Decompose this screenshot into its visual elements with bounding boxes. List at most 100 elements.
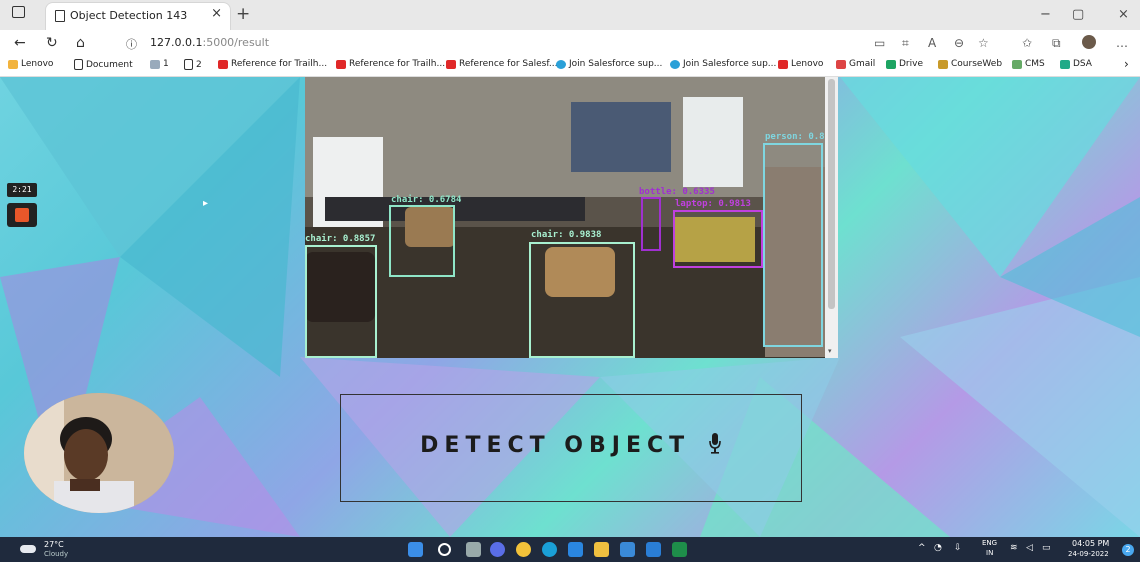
bookmark-item[interactable]: CMS — [1012, 59, 1045, 69]
tab-object-detection[interactable]: Object Detection 143 × — [46, 3, 230, 30]
language-top[interactable]: ENG — [982, 539, 997, 547]
chrome-icon[interactable] — [516, 542, 531, 557]
weather-temp[interactable]: 27°C — [44, 540, 64, 549]
search-icon[interactable] — [438, 543, 451, 556]
bookmarks-bar: Lenovo Document 1 2 Reference for Trailh… — [0, 56, 1140, 77]
presenter-video — [24, 393, 174, 513]
url-path: :5000/result — [202, 36, 270, 49]
home-icon[interactable]: ⌂ — [76, 35, 85, 51]
stop-icon — [15, 208, 29, 222]
weather-desc: Cloudy — [44, 550, 69, 558]
tab-bar: Object Detection 143 × + − ▢ × — [0, 0, 1140, 30]
detection-label-chair: chair: 0.6784 — [391, 195, 462, 205]
menu-icon[interactable]: … — [1116, 36, 1128, 50]
detection-result-image: person: 0.8 chair: 0.6784 chair: 0.8857 … — [305, 77, 825, 358]
profile-avatar[interactable] — [1082, 35, 1096, 49]
grid-icon[interactable]: ⌗ — [902, 36, 909, 51]
url-host: 127.0.0.1 — [150, 36, 203, 49]
refresh-icon[interactable]: ↻ — [46, 35, 58, 51]
chevron-right-icon[interactable]: › — [1124, 57, 1129, 71]
system-icon[interactable]: ◔ — [934, 543, 942, 553]
bookmark-item[interactable]: CourseWeb — [938, 59, 1002, 69]
detection-box-laptop — [673, 210, 763, 268]
bookmark-item[interactable]: 1 — [150, 59, 169, 69]
stop-recording-button[interactable] — [7, 203, 37, 227]
favorite-icon[interactable]: ☆ — [978, 36, 989, 50]
scroll-down-icon[interactable]: ▾ — [828, 347, 832, 355]
folder-icon — [8, 59, 18, 69]
mouse-cursor-icon: ▸ — [203, 198, 209, 209]
restore-button[interactable]: ▢ — [1072, 7, 1084, 22]
youtube-icon — [218, 59, 228, 69]
bookmark-item[interactable]: Document — [74, 59, 133, 70]
usb-icon[interactable]: ⇩ — [954, 543, 962, 553]
app-l-icon[interactable] — [568, 542, 583, 557]
zoom-icon[interactable]: ⊖ — [954, 36, 964, 50]
bookmark-item[interactable]: Reference for Trailh... — [336, 59, 445, 69]
recording-timer: 2:21 — [7, 183, 37, 197]
detection-box-chair — [305, 245, 377, 358]
excel-icon[interactable] — [672, 542, 687, 557]
bookmark-item[interactable]: Drive — [886, 59, 923, 69]
lenovo-icon — [778, 59, 788, 69]
language-bottom: IN — [986, 549, 994, 557]
detection-box-person — [763, 143, 823, 347]
cloud-icon — [20, 545, 36, 553]
task-view-icon[interactable] — [466, 542, 481, 557]
clock-time[interactable]: 04:05 PM — [1072, 539, 1109, 548]
bookmark-item[interactable]: Reference for Salesf... — [446, 59, 557, 69]
app-icon[interactable] — [620, 542, 635, 557]
courseweb-icon — [938, 59, 948, 69]
edge-icon[interactable] — [542, 542, 557, 557]
start-icon[interactable] — [408, 542, 423, 557]
bookmark-item[interactable]: DSA — [1060, 59, 1092, 69]
address-bar-row: ← ↻ ⌂ ⓘ 127.0.0.1:5000/result ▭ ⌗ A ⊖ ☆ … — [0, 30, 1140, 56]
battery-icon[interactable]: ▭ — [1042, 543, 1051, 553]
wifi-icon[interactable]: ≋ — [1010, 543, 1018, 553]
youtube-icon — [446, 59, 456, 69]
detect-object-label: DETECT OBJECT — [420, 433, 691, 458]
bookmark-item[interactable]: Lenovo — [8, 59, 53, 69]
bookmark-item[interactable]: Join Salesforce sup... — [670, 59, 776, 69]
detection-label-chair: chair: 0.8857 — [305, 234, 376, 244]
minimize-button[interactable]: − — [1040, 7, 1051, 22]
bookmark-item[interactable]: Join Salesforce sup... — [556, 59, 662, 69]
image-icon — [150, 59, 160, 69]
detect-object-button[interactable]: DETECT OBJECT — [340, 394, 802, 502]
bookmark-item[interactable]: Gmail — [836, 59, 875, 69]
bookmark-item[interactable]: Lenovo — [778, 59, 823, 69]
detection-label-person: person: 0.8 — [765, 132, 825, 142]
back-icon[interactable]: ← — [14, 35, 26, 51]
image-scrollbar-thumb[interactable] — [828, 79, 835, 309]
microphone-icon — [708, 432, 722, 460]
detection-box-chair — [529, 242, 635, 358]
close-window-button[interactable]: × — [1118, 7, 1129, 22]
bookmark-item[interactable]: Reference for Trailh... — [218, 59, 327, 69]
volume-icon[interactable]: ◁ — [1026, 543, 1033, 553]
chevron-up-icon[interactable]: ^ — [918, 543, 926, 553]
info-icon[interactable]: ⓘ — [126, 36, 137, 52]
tab-actions-icon[interactable] — [12, 6, 25, 18]
drive-icon — [886, 59, 896, 69]
bookmark-item[interactable]: 2 — [184, 59, 202, 70]
collections-icon[interactable]: ⧉ — [1052, 36, 1061, 51]
page-content: person: 0.8 chair: 0.6784 chair: 0.8857 … — [0, 77, 1140, 537]
detection-label-bottle: bottle: 0.6335 — [639, 187, 715, 197]
read-aloud-icon[interactable]: A — [928, 36, 936, 50]
tab-title: Object Detection 143 — [70, 9, 188, 22]
new-tab-button[interactable]: + — [236, 4, 250, 24]
notification-badge[interactable]: 2 — [1122, 544, 1134, 556]
favorites-icon[interactable]: ✩ — [1022, 36, 1032, 50]
webcam-overlay — [24, 393, 174, 513]
youtube-icon — [336, 59, 346, 69]
salesforce-icon — [670, 59, 680, 69]
close-tab-icon[interactable]: × — [211, 6, 222, 21]
vscode-icon[interactable] — [646, 542, 661, 557]
gmail-icon — [836, 59, 846, 69]
clock-date: 24-09-2022 — [1068, 550, 1109, 558]
file-explorer-icon[interactable] — [594, 542, 609, 557]
teams-chat-icon[interactable] — [490, 542, 505, 557]
detection-label-laptop: laptop: 0.9813 — [675, 199, 751, 209]
app-available-icon[interactable]: ▭ — [874, 36, 885, 50]
url-field[interactable]: 127.0.0.1:5000/result — [150, 36, 269, 49]
